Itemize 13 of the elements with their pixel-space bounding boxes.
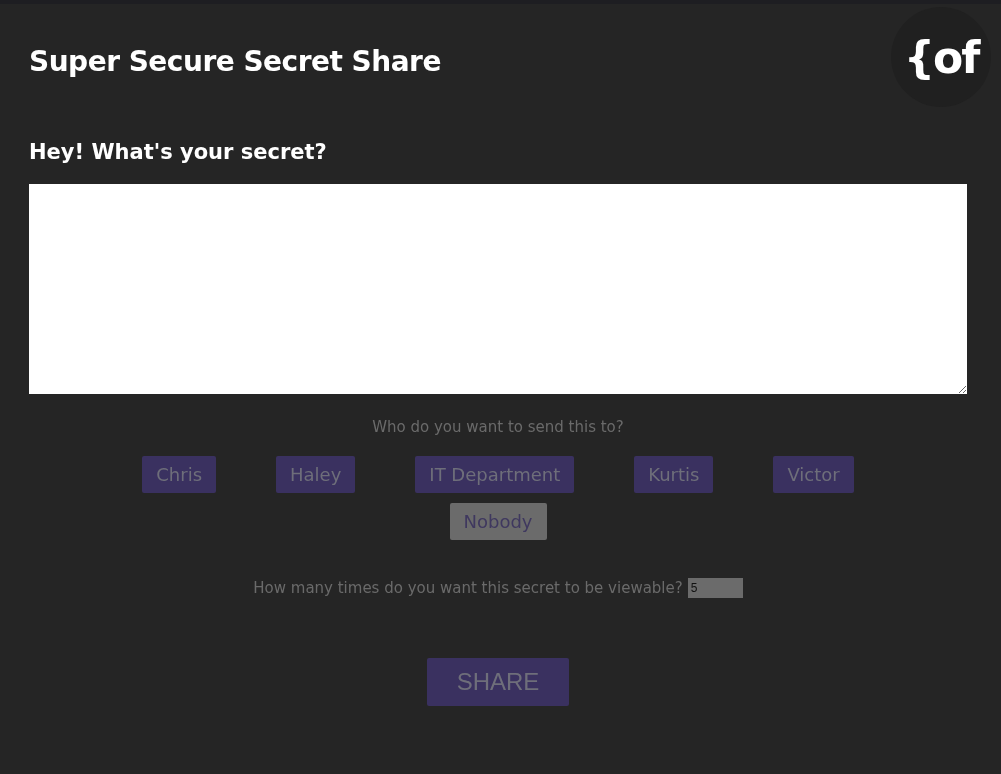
share-button[interactable]: SHARE — [427, 658, 569, 706]
recipient-button[interactable]: Kurtis — [634, 456, 714, 493]
recipients-label: Who do you want to send this to? — [371, 418, 625, 436]
prompt-heading: Hey! What's your secret? — [29, 140, 328, 164]
recipient-button[interactable]: Haley — [276, 456, 356, 493]
recipient-button[interactable]: Chris — [142, 456, 217, 493]
secret-textarea[interactable] — [29, 184, 967, 394]
views-label: How many times do you want this secret to be viewable? — [253, 579, 683, 597]
logo: {of — [891, 7, 991, 107]
recipient-button[interactable]: Victor — [773, 456, 854, 493]
page-title: Super Secure Secret Share — [29, 44, 441, 78]
recipient-button[interactable]: IT Department — [415, 456, 575, 493]
views-input[interactable]: 5 — [687, 578, 743, 598]
